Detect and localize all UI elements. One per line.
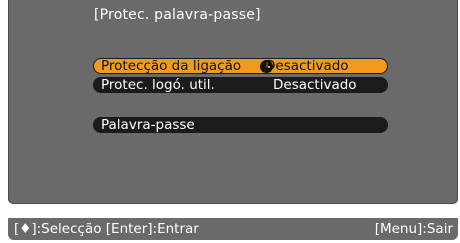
menu-title: [Protec. palavra-passe]	[94, 7, 261, 23]
menu-item-password[interactable]: Palavra-passe	[93, 117, 388, 133]
navigation-hint: [♦]:Selecção [Enter]:Entrar	[14, 221, 199, 237]
menu-item-label: Palavra-passe	[101, 117, 195, 133]
menu-item-value: Desactivado	[265, 58, 349, 74]
help-bar: [♦]:Selecção [Enter]:Entrar [Menu]:Sair	[8, 218, 458, 240]
menu-item-label: Protecção da ligação	[101, 58, 242, 74]
menu-item-value: Desactivado	[273, 77, 357, 93]
menu-item-logo-protection[interactable]: Protec. logó. util. Desactivado	[93, 77, 388, 93]
settings-panel: [Protec. palavra-passe] Protecção da lig…	[8, 0, 458, 204]
exit-hint: [Menu]:Sair	[374, 221, 453, 237]
menu-item-label: Protec. logó. util.	[101, 77, 215, 93]
menu-item-connection-protection[interactable]: Protecção da ligação Desactivado	[93, 58, 388, 74]
